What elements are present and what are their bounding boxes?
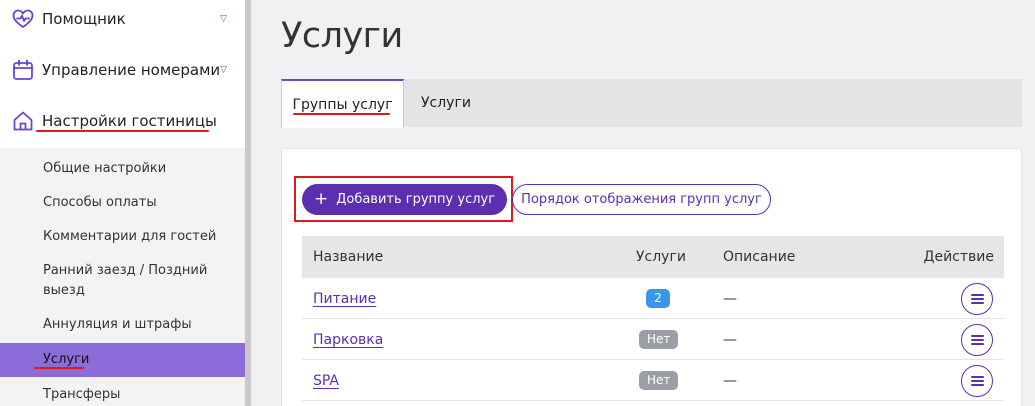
menu-icon [970, 335, 984, 345]
row-actions-button[interactable] [961, 365, 993, 397]
service-groups-table: Название Услуги Описание Действие Питани… [302, 236, 1004, 401]
group-name-link[interactable]: Парковка [313, 332, 383, 348]
services-none-badge: Нет [639, 330, 679, 349]
submenu-item-early-late[interactable]: Ранний заезд / Поздний выезд [0, 258, 210, 304]
group-order-button[interactable]: Порядок отображения групп услуг [512, 184, 771, 215]
tab-label: Услуги [421, 95, 471, 111]
highlight-underline [36, 130, 209, 132]
sidebar: Помощник ▽ Управление номерами ▽ Настрой… [0, 0, 245, 406]
plus-icon: + [313, 189, 329, 209]
column-header-name: Название [313, 249, 384, 265]
sidebar-item-label: Помощник [42, 10, 126, 28]
table-row: Питание 2 — [302, 278, 1004, 319]
table-header: Название Услуги Описание Действие [302, 236, 1004, 278]
column-header-action: Действие [923, 249, 994, 265]
services-none-badge: Нет [639, 371, 679, 390]
add-service-group-button[interactable]: + Добавить группу услуг [302, 184, 507, 215]
submenu-item-label: Способы оплаты [43, 195, 157, 210]
chevron-down-icon: ▽ [220, 14, 227, 24]
group-name-link[interactable]: SPA [313, 373, 339, 389]
submenu-item-transfers[interactable]: Трансферы [0, 378, 245, 406]
submenu-item-guest-comments[interactable]: Комментарии для гостей [0, 220, 245, 254]
submenu-item-label: Комментарии для гостей [43, 229, 217, 244]
sidebar-item-label: Управление номерами [42, 61, 221, 79]
submenu-item-label: Трансферы [43, 387, 121, 402]
button-label: Добавить группу услуг [336, 192, 496, 207]
menu-icon [970, 376, 984, 386]
column-header-services: Услуги [636, 249, 686, 265]
sidebar-submenu: Общие настройки Способы оплаты Комментар… [0, 148, 245, 406]
submenu-item-general[interactable]: Общие настройки [0, 152, 245, 186]
services-count-badge: 2 [646, 289, 670, 308]
submenu-item-label: Ранний заезд / Поздний выезд [43, 263, 208, 298]
sidebar-item-assistant[interactable]: Помощник ▽ [0, 0, 245, 44]
submenu-item-services[interactable]: Услуги [0, 343, 245, 377]
sidebar-item-label: Настройки гостиницы [42, 112, 217, 130]
tab-services[interactable]: Услуги [421, 79, 471, 127]
submenu-item-label: Аннуляция и штрафы [43, 317, 192, 332]
calendar-icon [12, 59, 34, 81]
submenu-item-payment[interactable]: Способы оплаты [0, 186, 245, 220]
description-cell: — [723, 290, 737, 307]
button-label: Порядок отображения групп услуг [521, 192, 762, 207]
description-cell: — [723, 372, 737, 389]
home-icon [12, 110, 34, 132]
heart-pulse-icon [12, 8, 34, 30]
sidebar-item-hotel-settings[interactable]: Настройки гостиницы [0, 96, 245, 146]
highlight-underline [293, 113, 390, 115]
chevron-down-icon: ▽ [220, 65, 227, 75]
submenu-item-label: Общие настройки [43, 161, 167, 176]
tab-label: Группы услуг [292, 96, 393, 113]
menu-icon [970, 294, 984, 304]
highlight-underline [34, 367, 84, 369]
page-title: Услуги [281, 16, 403, 56]
sidebar-scrollbar[interactable] [245, 0, 251, 406]
table-row: Парковка Нет — [302, 319, 1004, 360]
column-header-description: Описание [723, 249, 796, 265]
group-name-link[interactable]: Питание [313, 291, 376, 307]
tab-service-groups[interactable]: Группы услуг [281, 79, 404, 128]
description-cell: — [723, 331, 737, 348]
tab-bar: Группы услуг Услуги [281, 79, 1022, 128]
submenu-item-cancellation[interactable]: Аннуляция и штрафы [0, 308, 245, 342]
sidebar-item-room-management[interactable]: Управление номерами ▽ [0, 45, 245, 95]
row-actions-button[interactable] [961, 283, 993, 315]
table-row: SPA Нет — [302, 360, 1004, 401]
row-actions-button[interactable] [961, 324, 993, 356]
